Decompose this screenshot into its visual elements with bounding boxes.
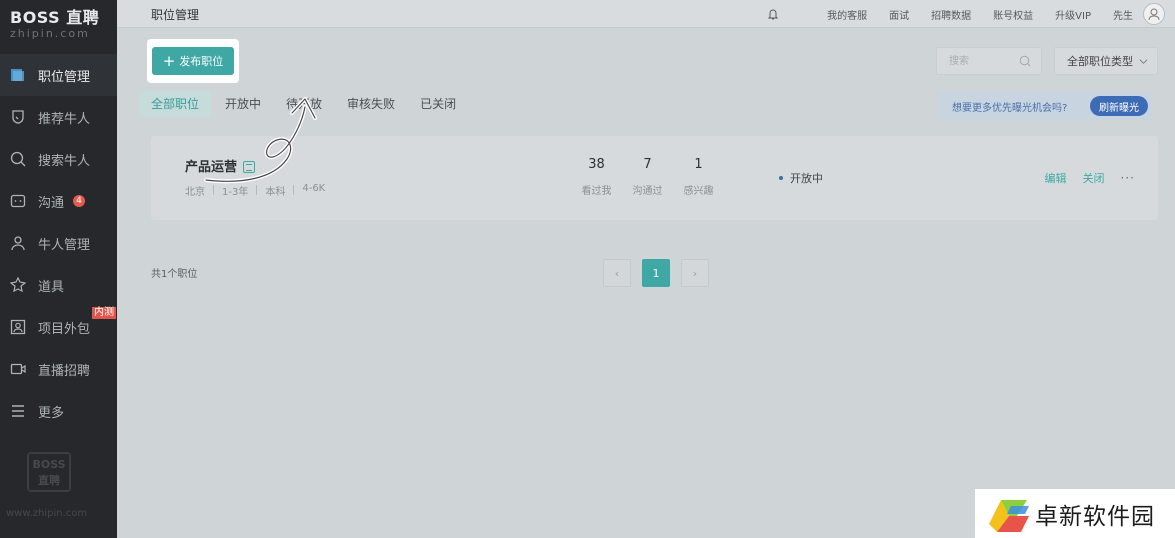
menu-icon [10, 403, 26, 419]
top-links: 我的客服 面试 招聘数据 账号权益 升级VIP 先生 [767, 0, 1165, 28]
job-stats: 38 看过我 7 沟通过 1 感兴趣 [571, 156, 724, 197]
footer-logo: BOSS 直聘 [27, 452, 71, 492]
shield-icon [10, 109, 26, 125]
link-upgrade-vip[interactable]: 升级VIP [1055, 7, 1091, 22]
close-job-button[interactable]: 关闭 [1083, 170, 1105, 186]
sidebar-item-label: 职位管理 [38, 69, 91, 85]
status-dot [779, 176, 783, 180]
chevron-down-icon [1139, 59, 1148, 64]
sidebar-item-label: 道具 [38, 279, 65, 295]
watermark-text: 卓新软件园 [1035, 503, 1155, 530]
job-type-value: 全部职位类型 [1067, 55, 1133, 68]
status-text: 开放中 [790, 172, 823, 185]
sidebar-item-label: 搜索牛人 [38, 153, 91, 169]
sidebar-item-talent[interactable]: 牛人管理 [0, 222, 117, 264]
tools-icon [10, 277, 26, 293]
sidebar-item-search[interactable]: 搜索牛人 [0, 138, 117, 180]
link-account-benefits[interactable]: 账号权益 [993, 7, 1033, 22]
publish-highlight: + 发布职位 [147, 39, 239, 83]
sidebar-item-tools[interactable]: 道具 [0, 264, 117, 306]
user-name[interactable]: 先生 [1113, 7, 1133, 22]
unread-badge: 4 [73, 195, 86, 207]
sidebar-item-outsourcing[interactable]: 项目外包 内测 [0, 306, 117, 348]
promo-banner: 想要更多优先曝光机会吗? 刷新曝光 [939, 92, 1151, 120]
page-button-current[interactable]: 1 [642, 259, 670, 287]
tab-closed[interactable]: 已关闭 [420, 91, 456, 117]
site-watermark: 卓新软件园 [975, 489, 1175, 538]
sidebar-nav: 职位管理 推荐牛人 搜索牛人 沟通 4 牛人管理 道具 项目外包 内测 直播招聘… [0, 54, 117, 432]
sidebar-item-chat[interactable]: 沟通 4 [0, 180, 117, 222]
tutorial-arrow-icon [204, 97, 317, 184]
person-icon [10, 235, 26, 251]
link-customer-service[interactable]: 我的客服 [827, 7, 867, 22]
stat-label: 看过我 [581, 186, 612, 197]
bell-icon[interactable] [767, 8, 779, 20]
video-icon [10, 361, 26, 377]
stat-label: 沟通过 [632, 186, 663, 197]
footer-url: www.zhipin.com [6, 508, 88, 519]
sidebar-item-label: 沟通 [38, 195, 65, 211]
top-bar: 职位管理 我的客服 面试 招聘数据 账号权益 升级VIP 先生 [117, 0, 1175, 28]
sidebar-item-label: 推荐牛人 [38, 111, 91, 127]
sidebar-item-label: 直播招聘 [38, 363, 91, 379]
publish-job-button[interactable]: + 发布职位 [152, 47, 234, 75]
link-interview[interactable]: 面试 [889, 7, 909, 22]
more-icon[interactable]: ··· [1121, 172, 1135, 184]
sidebar-item-recommend[interactable]: 推荐牛人 [0, 96, 117, 138]
refresh-exposure-button[interactable]: 刷新曝光 [1090, 96, 1148, 116]
beta-tag: 内测 [92, 307, 116, 319]
sidebar-item-label: 更多 [38, 405, 65, 421]
main-content: + 发布职位 全部职位类型 全部职位 开放中 待开放 审核失败 已关闭 想要更多… [117, 29, 1175, 538]
page-title: 职位管理 [151, 8, 200, 22]
tab-review-failed[interactable]: 审核失败 [347, 91, 395, 117]
sidebar: BOSS 直聘 zhipin.com 职位管理 推荐牛人 搜索牛人 沟通 4 牛… [0, 0, 117, 538]
plus-icon: + [162, 52, 176, 70]
stat-label: 感兴趣 [683, 186, 714, 197]
stat-contacted[interactable]: 7 沟通过 [622, 156, 673, 197]
stat-number: 38 [588, 157, 605, 172]
brand-domain: zhipin.com [10, 27, 90, 40]
promo-text: 想要更多优先曝光机会吗? [952, 102, 1068, 114]
job-status: 开放中 [779, 170, 823, 186]
watermark-logo-icon [989, 499, 1029, 532]
sidebar-item-label: 牛人管理 [38, 237, 91, 253]
job-type-select[interactable]: 全部职位类型 [1054, 47, 1158, 75]
brand-name: BOSS 直聘 [10, 8, 100, 27]
job-actions: 编辑 关闭 ··· [1029, 170, 1135, 186]
chat-icon [10, 193, 26, 209]
link-recruit-data[interactable]: 招聘数据 [931, 7, 971, 22]
search-icon [10, 151, 26, 167]
avatar[interactable] [1143, 3, 1165, 25]
portrait-icon [10, 319, 26, 335]
search-input[interactable] [937, 48, 1017, 74]
sidebar-item-label: 项目外包 [38, 321, 91, 337]
next-page-button[interactable]: › [681, 259, 709, 287]
total-count: 共1个职位 [151, 269, 198, 280]
briefcase-icon [10, 67, 26, 83]
sidebar-item-job-management[interactable]: 职位管理 [0, 54, 117, 96]
stat-number: 1 [694, 157, 703, 172]
search-box [936, 47, 1042, 75]
brand-logo[interactable]: BOSS 直聘 zhipin.com [10, 8, 110, 40]
prev-page-button[interactable]: ‹ [603, 259, 631, 287]
stat-number: 7 [643, 157, 652, 172]
sidebar-item-more[interactable]: 更多 [0, 390, 117, 432]
stat-interested[interactable]: 1 感兴趣 [673, 156, 724, 197]
publish-label: 发布职位 [179, 55, 224, 68]
sidebar-item-live[interactable]: 直播招聘 [0, 348, 117, 390]
pagination: ‹ 1 › [603, 259, 720, 287]
stat-viewed[interactable]: 38 看过我 [571, 156, 622, 197]
search-icon[interactable] [1019, 55, 1031, 67]
edit-button[interactable]: 编辑 [1045, 170, 1067, 186]
